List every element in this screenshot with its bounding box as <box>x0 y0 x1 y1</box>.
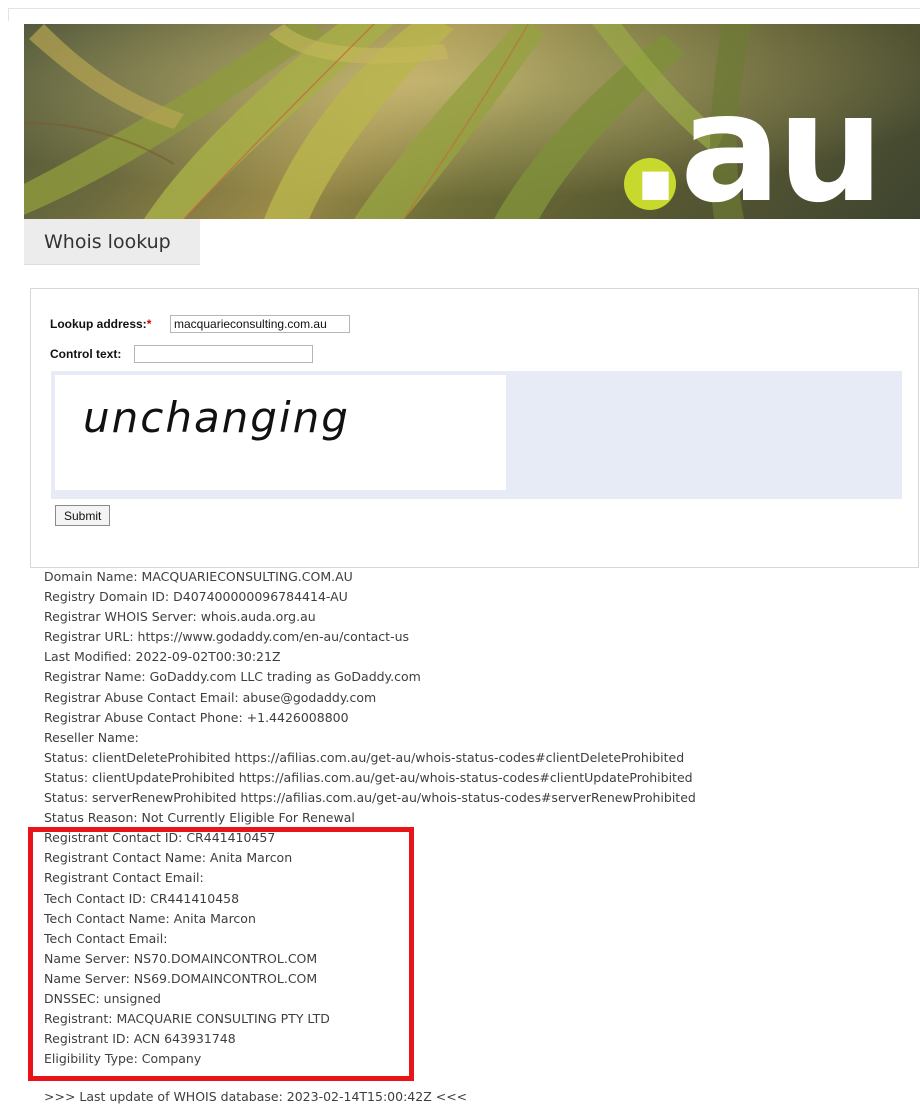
whois-line: Status Reason: Not Currently Eligible Fo… <box>44 810 355 826</box>
lookup-address-input[interactable]: macquarieconsulting.com.au <box>170 315 350 333</box>
banner-domain-logo: .au <box>627 62 884 219</box>
whois-line: Status: serverRenewProhibited https://af… <box>44 790 696 806</box>
control-text-label: Control text: <box>50 347 122 361</box>
highlight-box <box>28 827 414 1081</box>
whois-line: Status: clientUpdateProhibited https://a… <box>44 769 693 785</box>
whois-line: Last Modified: 2022-09-02T00:30:21Z <box>44 649 281 665</box>
lookup-address-label-text: Lookup address: <box>50 317 147 331</box>
required-marker: * <box>146 317 152 331</box>
lookup-form: Lookup address:* macquarieconsulting.com… <box>30 288 919 568</box>
header-banner: .au <box>24 24 920 219</box>
whois-line: Registrar Abuse Contact Email: abuse@god… <box>44 689 377 705</box>
whois-line: Domain Name: MACQUARIECONSULTING.COM.AU <box>44 569 353 584</box>
last-update-line: >>> Last update of WHOIS database: 2023-… <box>44 1089 468 1104</box>
submit-button[interactable]: Submit <box>55 505 111 526</box>
captcha-area: unchanging <box>51 371 902 499</box>
captcha-text: unchanging <box>83 393 350 442</box>
lookup-address-label: Lookup address:* <box>50 317 151 331</box>
control-text-input[interactable] <box>134 345 313 363</box>
whois-line: Registrar WHOIS Server: whois.auda.org.a… <box>44 609 316 625</box>
page-title: Whois lookup <box>44 231 171 253</box>
whois-line: Registrar URL: https://www.godaddy.com/e… <box>44 629 410 645</box>
captcha-image: unchanging <box>55 375 506 490</box>
whois-page: .au Whois lookup Lookup address:* macqua… <box>0 0 920 1115</box>
tab-whois-lookup[interactable]: Whois lookup <box>24 219 200 265</box>
page-frame <box>8 8 920 21</box>
whois-line: Registrar Name: GoDaddy.com LLC trading … <box>44 669 421 685</box>
whois-line: Reseller Name: <box>44 729 139 745</box>
whois-line: Registrar Abuse Contact Phone: +1.442600… <box>44 709 349 725</box>
whois-line: Status: clientDeleteProhibited https://a… <box>44 749 685 765</box>
whois-line: Registry Domain ID: D407400000096784414-… <box>44 589 348 605</box>
